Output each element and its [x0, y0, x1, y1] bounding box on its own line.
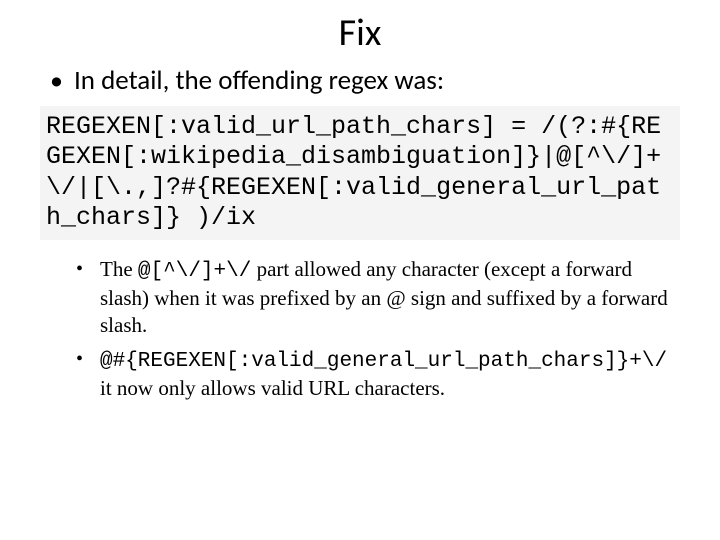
- sub-bullet-2: @#{REGEXEN[:valid_general_url_path_chars…: [96, 346, 680, 403]
- sub-bullet-1: The @[^\/]+\/ part allowed any character…: [96, 256, 680, 340]
- sub2-text-b: it now only allows valid URL characters.: [100, 376, 445, 400]
- slide-title: Fix: [40, 10, 680, 56]
- sub1-inline-code: @[^\/]+\/: [138, 260, 251, 283]
- regex-code-block: REGEXEN[:valid_url_path_chars] = /(?:#{R…: [40, 106, 680, 240]
- sub2-inline-code: @#{REGEXEN[:valid_general_url_path_chars…: [100, 350, 667, 373]
- sub1-text-a: The: [100, 257, 138, 281]
- bullet-intro: In detail, the offending regex was:: [70, 64, 680, 98]
